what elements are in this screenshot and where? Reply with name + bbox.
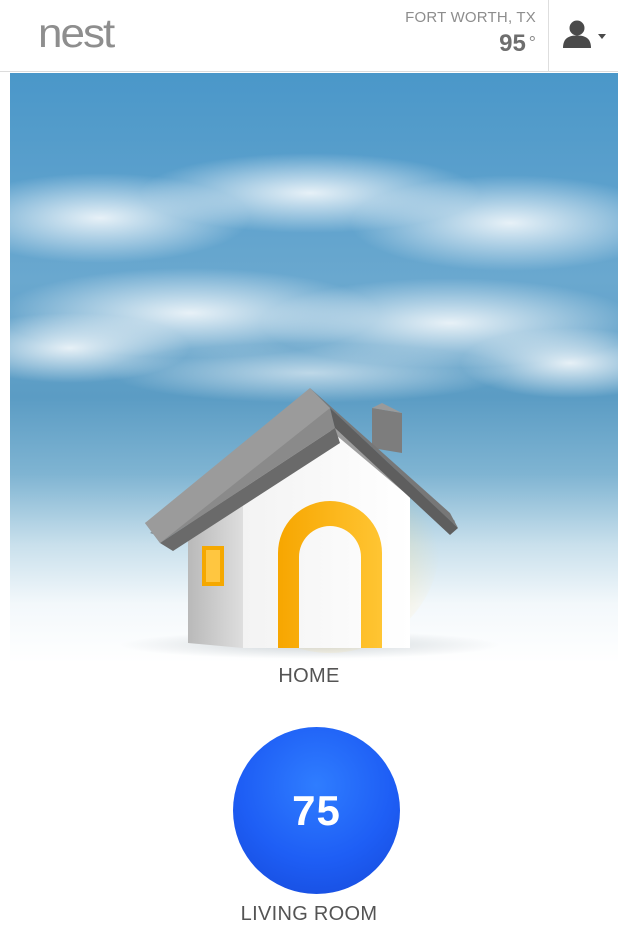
thermostat-dial[interactable]: 75	[233, 727, 400, 894]
nest-app: nest FORT WORTH, TX 95 ° HOME 75 LIVING …	[0, 0, 618, 927]
weather-location: FORT WORTH, TX	[405, 9, 536, 26]
caret-down-icon	[598, 34, 606, 39]
app-header: nest FORT WORTH, TX 95 °	[0, 0, 618, 72]
structure-name[interactable]: HOME	[0, 665, 618, 688]
sky-background	[10, 73, 618, 663]
thermostat-room-name[interactable]: LIVING ROOM	[0, 903, 618, 926]
user-icon	[563, 20, 606, 48]
degree-symbol: °	[528, 33, 536, 53]
structure-hero[interactable]	[10, 73, 618, 663]
weather-widget: FORT WORTH, TX 95 °	[405, 8, 536, 59]
weather-temperature-value: 95	[499, 30, 526, 57]
thermostat-target-temperature: 75	[292, 787, 341, 834]
account-menu-button[interactable]	[549, 0, 618, 72]
nest-logo[interactable]: nest	[38, 10, 115, 58]
weather-temperature: 95 °	[405, 28, 536, 59]
